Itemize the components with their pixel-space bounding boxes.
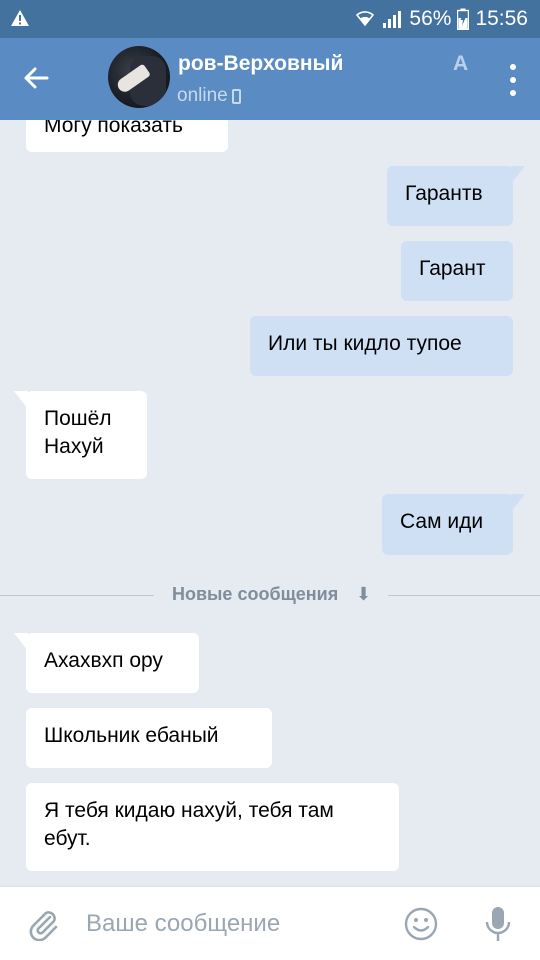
signal-icon	[383, 11, 402, 28]
contact-name-tail: А	[453, 52, 469, 75]
message-text-line: Нахуй	[44, 435, 104, 458]
message-text-line: Пошёл	[44, 407, 112, 430]
message-outgoing[interactable]: Гарантв	[387, 166, 525, 226]
smile-icon[interactable]	[404, 907, 438, 941]
contact-status: online	[177, 85, 241, 107]
mic-icon[interactable]	[484, 905, 512, 943]
message-outgoing[interactable]: Сам иди	[382, 494, 525, 555]
message-input-bar	[0, 886, 540, 960]
message-input[interactable]	[86, 907, 386, 941]
message-incoming[interactable]: Школьник ебаный	[26, 708, 272, 768]
status-bar: 56% 15:56	[0, 0, 540, 38]
message-text: Гарант	[419, 257, 486, 280]
message-incoming[interactable]: Я тебя кидаю нахуй, тебя там ебут.	[26, 783, 399, 871]
battery-icon	[457, 8, 470, 30]
message-list[interactable]: Могу показать Гарантв Гарант Или ты кидл…	[0, 120, 540, 886]
message-incoming[interactable]: Могу показать	[26, 120, 228, 152]
back-button[interactable]	[16, 58, 56, 98]
more-menu-icon	[510, 64, 516, 70]
message-text-line: Я тебя кидаю нахуй, тебя там	[44, 799, 334, 822]
new-messages-divider: Новые сообщения ⬇	[0, 584, 540, 606]
message-outgoing[interactable]: Или ты кидло тупое	[250, 316, 513, 376]
down-arrow-icon: ⬇	[356, 584, 372, 604]
back-arrow-icon	[24, 67, 49, 89]
message-incoming[interactable]: Пошёл Нахуй	[14, 391, 147, 479]
more-menu-button[interactable]	[506, 64, 520, 96]
message-incoming[interactable]: Ахахвхп ору	[14, 633, 199, 693]
avatar[interactable]	[108, 46, 170, 108]
clock: 15:56	[475, 7, 528, 30]
message-text: Ахахвхп ору	[44, 649, 163, 672]
message-text: Могу показать	[44, 120, 183, 137]
contact-name[interactable]: ров-Верховный	[178, 52, 343, 76]
chat-header: ров-Верховный А online	[0, 38, 540, 120]
battery-percent: 56%	[409, 7, 452, 30]
phone-icon	[231, 88, 241, 104]
message-text: Гарантв	[405, 182, 483, 205]
message-text: Или ты кидло тупое	[268, 332, 462, 355]
divider-label: Новые сообщения	[172, 584, 339, 604]
warning-icon	[11, 10, 29, 26]
attach-icon[interactable]	[26, 907, 60, 941]
message-text: Сам иди	[400, 510, 484, 533]
message-text-line: ебут.	[44, 827, 91, 850]
message-text: Школьник ебаный	[44, 724, 219, 747]
wifi-icon	[356, 11, 375, 27]
status-text: online	[177, 85, 228, 106]
message-outgoing[interactable]: Гарант	[401, 241, 513, 301]
status-bar-right: 56% 15:56	[355, 6, 528, 32]
